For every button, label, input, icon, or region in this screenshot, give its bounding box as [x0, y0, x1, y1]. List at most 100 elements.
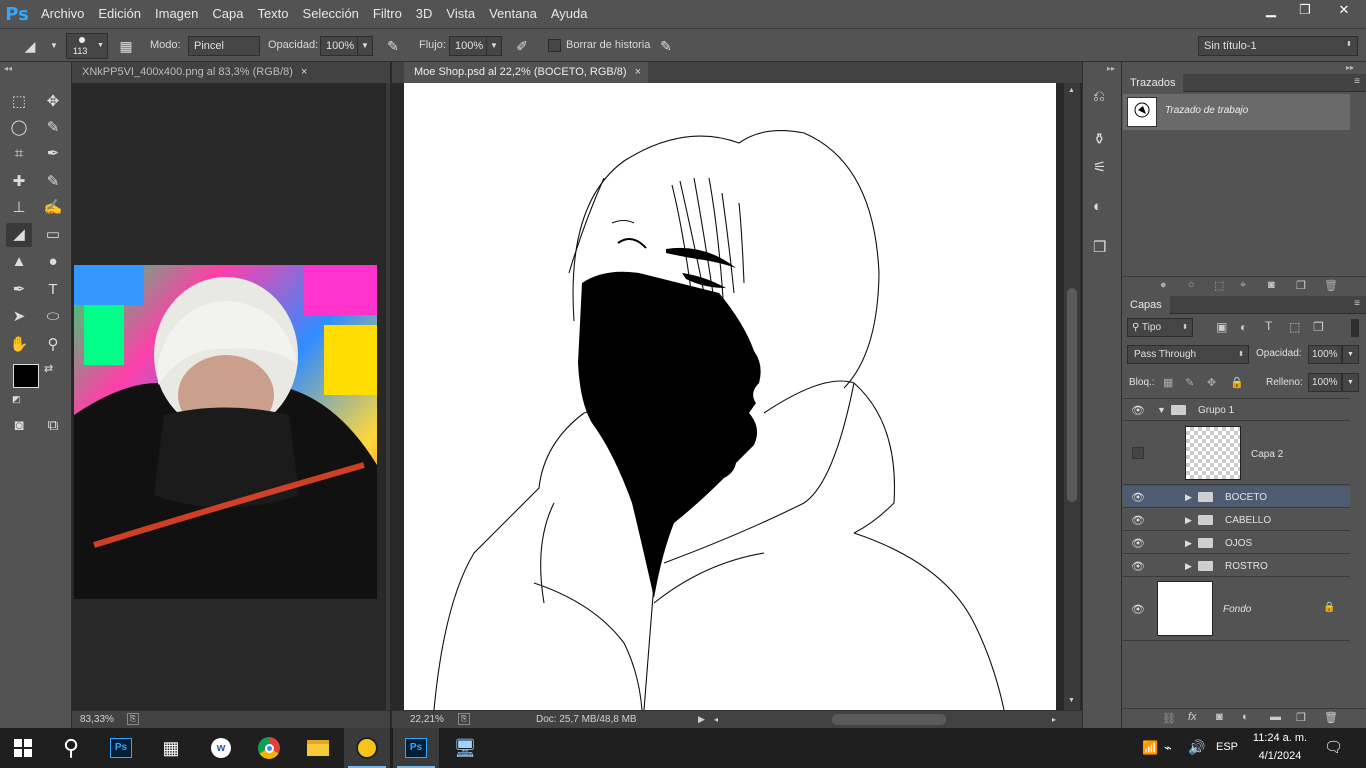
3d-panel-icon[interactable]: ❒ [1093, 238, 1106, 256]
fill-dropdown-icon[interactable]: ▼ [1342, 373, 1359, 392]
quick-select-icon[interactable]: ✎ [40, 116, 66, 140]
doc2-v-scroll-thumb[interactable] [1067, 288, 1077, 502]
flow-input[interactable]: 100% [449, 36, 487, 56]
paths-collapse-icon[interactable]: ▸▸ [1346, 63, 1354, 72]
add-layer-mask-icon[interactable]: ◙ [1216, 711, 1223, 723]
add-mask-icon[interactable]: ◙ [1268, 279, 1275, 291]
doc1-close-icon[interactable]: × [301, 66, 307, 78]
history-panel-icon[interactable]: ⎌ [1093, 88, 1105, 105]
filter-type-icon[interactable]: T [1265, 319, 1272, 333]
doc1-zoom[interactable]: 83,33% [80, 711, 114, 728]
remote-desktop-icon[interactable]: 🖥 [442, 728, 488, 768]
layer-row-grupo1[interactable]: 👁 ▼ Grupo 1 [1123, 399, 1350, 421]
zoom-icon[interactable]: ⚲ [40, 333, 66, 357]
restore-button[interactable]: ❐ [1288, 0, 1322, 20]
filter-shape-icon[interactable]: ⬚ [1289, 320, 1300, 334]
status-menu-icon[interactable]: ▶ [698, 711, 705, 728]
doc2-zoom[interactable]: 22,21% [410, 711, 444, 728]
filter-smart-icon[interactable]: ❐ [1313, 320, 1324, 334]
tab-trazados[interactable]: Trazados [1122, 74, 1184, 92]
default-colors-icon[interactable]: ◩ [12, 394, 21, 405]
filter-adjust-icon[interactable]: ◐ [1240, 320, 1247, 334]
film-app-icon[interactable]: ▦ [148, 728, 194, 768]
menu-texto[interactable]: Texto [250, 0, 295, 28]
menu-capa[interactable]: Capa [205, 0, 250, 28]
visibility-eye-icon[interactable]: 👁 [1131, 603, 1145, 616]
layer-row-cabello[interactable]: 👁 ▶ CABELLO [1123, 509, 1350, 531]
volume-icon[interactable]: 🔊 [1188, 739, 1205, 756]
airbrush-icon[interactable]: ✐ [512, 37, 532, 55]
doc1-scrollbar[interactable] [386, 83, 390, 710]
file-explorer-icon[interactable] [295, 728, 341, 768]
scroll-up-icon[interactable]: ▲ [1068, 87, 1075, 94]
blur-icon[interactable]: ▲ [6, 250, 32, 274]
fill-path-icon[interactable]: ● [1160, 279, 1167, 291]
brush-panel-toggle-icon[interactable]: ▦ [116, 37, 136, 55]
menu-3d[interactable]: 3D [409, 0, 440, 28]
brush-presets-icon[interactable]: ⚱ [1093, 130, 1106, 148]
quick-mask-icon[interactable]: ◙ [6, 414, 32, 438]
expand-triangle-icon[interactable]: ▶ [1185, 561, 1192, 572]
opacity-input[interactable]: 100% [320, 36, 358, 56]
link-layers-icon[interactable]: ⛓ [1162, 712, 1176, 725]
pressure-opacity-icon[interactable]: ✎ [383, 37, 403, 55]
load-selection-icon[interactable]: ⬚ [1214, 279, 1224, 292]
expand-triangle-icon[interactable]: ▶ [1185, 515, 1192, 526]
menu-ventana[interactable]: Ventana [482, 0, 544, 28]
workspace-select[interactable]: Sin título-1 [1198, 36, 1358, 56]
search-icon[interactable]: ⚲ [48, 728, 94, 768]
new-path-icon[interactable]: ❐ [1296, 279, 1306, 292]
network-icon[interactable]: ⌁ [1164, 740, 1172, 756]
language-indicator[interactable]: ESP [1216, 741, 1238, 753]
stroke-path-icon[interactable]: ○ [1188, 279, 1195, 291]
gradient-icon[interactable]: ▭ [40, 223, 66, 247]
lock-image-icon[interactable]: ✎ [1185, 376, 1194, 389]
menu-filtro[interactable]: Filtro [366, 0, 409, 28]
layer-row-rostro[interactable]: 👁 ▶ ROSTRO [1123, 555, 1350, 577]
sketch-canvas[interactable] [404, 83, 1056, 710]
swap-colors-icon[interactable]: ⇄ [44, 362, 53, 375]
visibility-eye-icon[interactable]: 👁 [1131, 404, 1145, 417]
photoshop-running-icon[interactable]: Ps [393, 728, 439, 768]
scroll-down-icon[interactable]: ▼ [1068, 697, 1075, 704]
layer-style-icon[interactable]: fx [1188, 711, 1197, 723]
foreground-color-swatch[interactable] [13, 364, 39, 388]
pressure-size-icon[interactable]: ✎ [656, 37, 676, 55]
blend-mode-select[interactable]: Pass Through ⬍ [1127, 345, 1249, 364]
mode-select[interactable]: Pincel [188, 36, 260, 56]
layers-scrollbar[interactable] [1350, 398, 1366, 708]
windows-start-icon[interactable] [0, 728, 46, 768]
path-select-icon[interactable]: ➤ [6, 305, 32, 329]
hand-icon[interactable]: ✋ [6, 333, 32, 357]
doc2-tab[interactable]: Moe Shop.psd al 22,2% (BOCETO, RGB/8) × [404, 62, 648, 83]
screen-mode-icon[interactable]: ⧉ [40, 414, 66, 438]
tab-capas[interactable]: Capas [1122, 296, 1170, 314]
scroll-left-icon[interactable]: ◂ [714, 711, 718, 728]
tool-preset-dropdown-icon[interactable]: ▼ [44, 37, 64, 55]
photoshop-taskbar-icon[interactable]: Ps [98, 728, 144, 768]
filter-toggle[interactable] [1351, 319, 1359, 337]
layer-row-fondo[interactable]: 👁 Fondo 🔒 [1123, 578, 1350, 641]
collapse-panel-icon[interactable]: ◂◂ [4, 64, 12, 73]
crop-icon[interactable]: ⌗ [6, 142, 32, 166]
lasso-icon[interactable]: ◯ [6, 116, 32, 140]
path-item-work[interactable]: Trazado de trabajo [1123, 94, 1350, 130]
visibility-eye-icon[interactable]: 👁 [1131, 537, 1145, 550]
word-app-icon[interactable]: w [198, 728, 244, 768]
eyedropper-icon[interactable]: ✒ [40, 142, 66, 166]
fill-input[interactable]: 100% [1308, 373, 1342, 392]
menu-imagen[interactable]: Imagen [148, 0, 205, 28]
layer-row-ojos[interactable]: 👁 ▶ OJOS [1123, 532, 1350, 554]
doc2-v-scrollbar[interactable]: ▲ ▼ [1064, 83, 1080, 710]
clock-date[interactable]: 4/1/2024 [1250, 750, 1310, 762]
notification-icon[interactable]: 🗨 [1324, 738, 1343, 756]
filter-pixel-icon[interactable]: ▣ [1216, 320, 1227, 334]
lock-transparent-icon[interactable]: ▦ [1163, 376, 1173, 389]
doc2-h-scroll-thumb[interactable] [832, 714, 946, 725]
close-button[interactable]: ✕ [1322, 0, 1366, 20]
visibility-eye-icon[interactable]: 👁 [1131, 514, 1145, 527]
menu-seleccion[interactable]: Selección [296, 0, 366, 28]
new-adjustment-icon[interactable]: ◐ [1242, 711, 1249, 723]
clock-time[interactable]: 11:24 a. m. [1250, 732, 1310, 744]
healing-brush-icon[interactable]: ✚ [6, 170, 32, 194]
